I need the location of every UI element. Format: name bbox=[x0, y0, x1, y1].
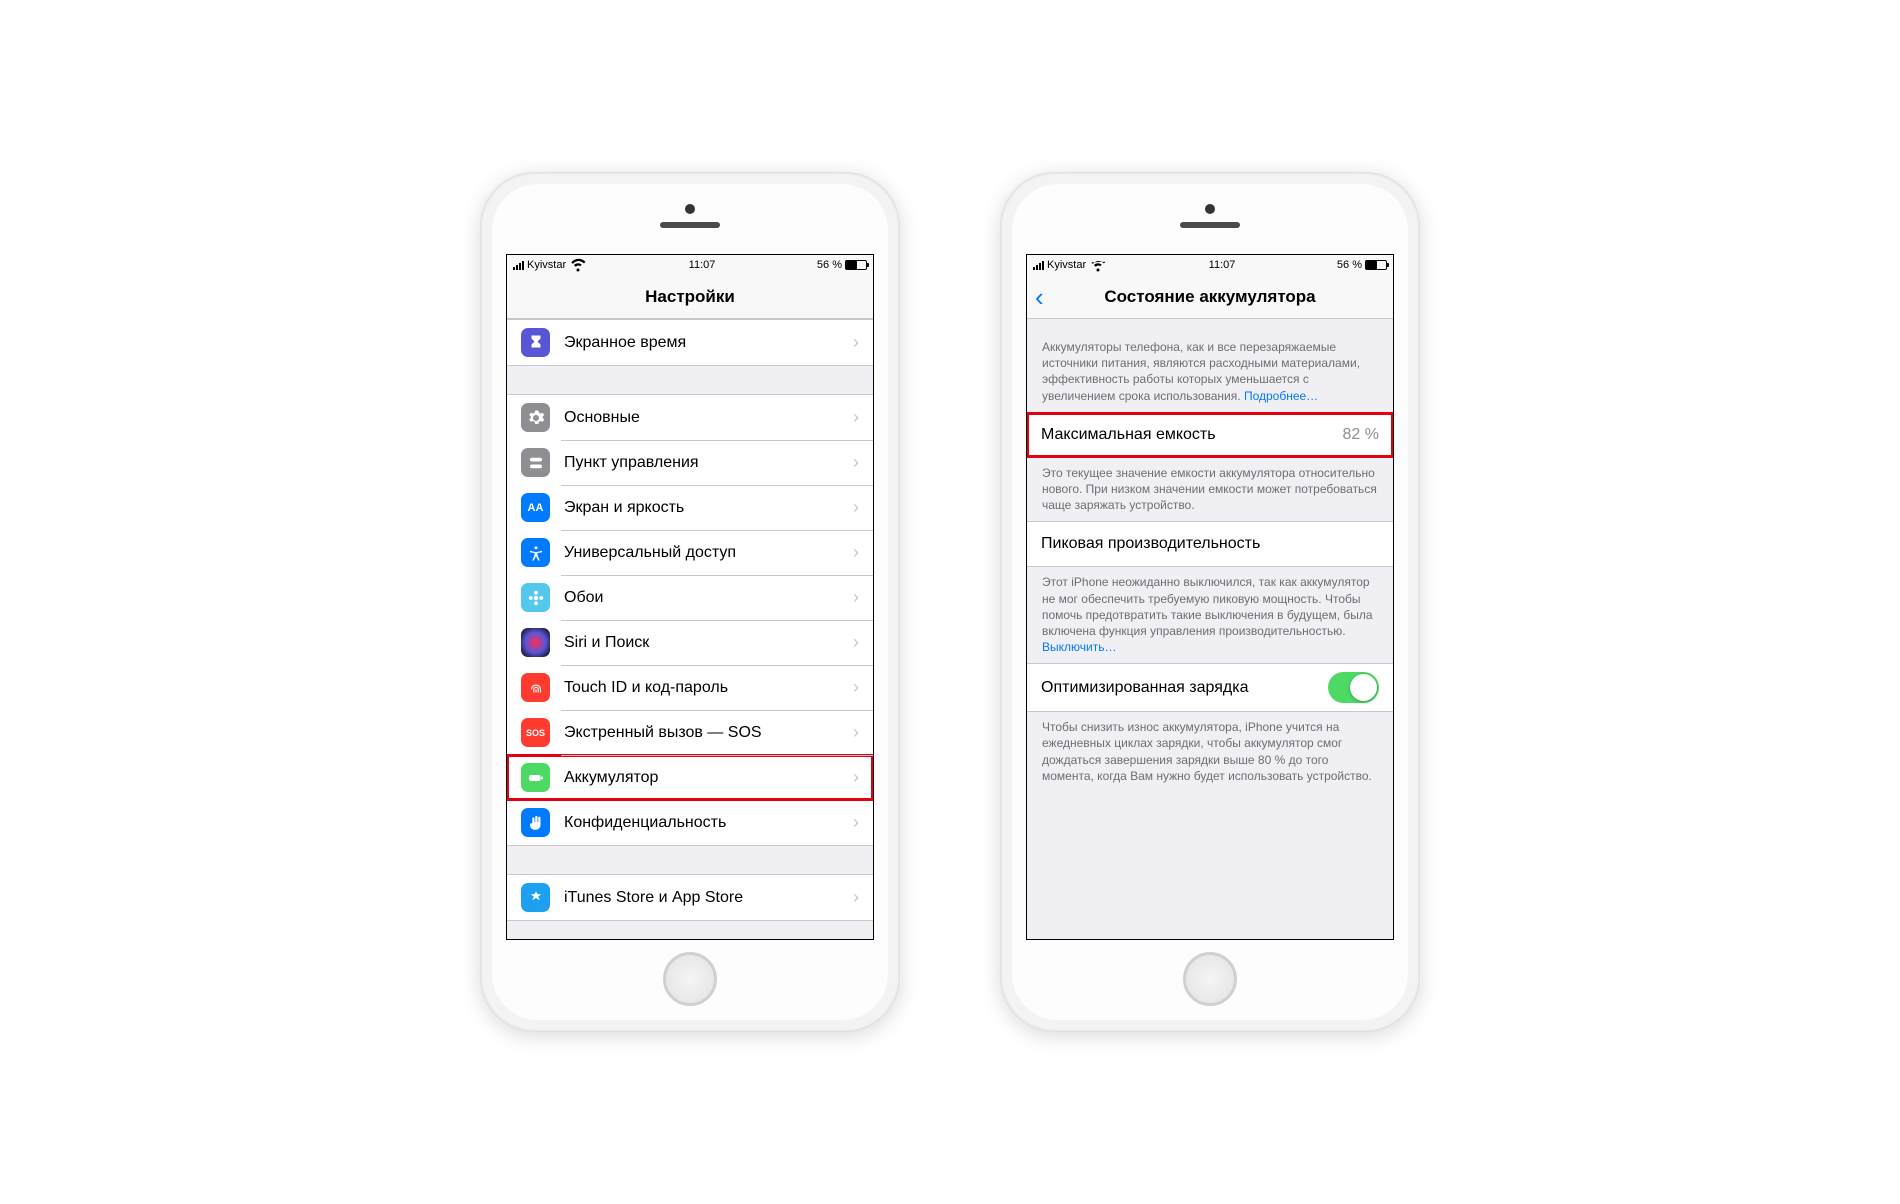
hourglass-icon bbox=[521, 328, 550, 357]
chevron-right-icon: › bbox=[853, 722, 859, 743]
chevron-right-icon: › bbox=[853, 407, 859, 428]
bezel: Kyivstar 11:07 56 % ‹ Состояние аккумуля… bbox=[1012, 184, 1408, 1020]
battery-row-icon bbox=[521, 763, 550, 792]
row-label: Siri и Поиск bbox=[564, 634, 853, 652]
chevron-right-icon: › bbox=[853, 497, 859, 518]
signal-icon bbox=[513, 261, 524, 270]
optimized-toggle[interactable] bbox=[1328, 672, 1379, 703]
row-general[interactable]: Основные › bbox=[507, 395, 873, 440]
appstore-icon bbox=[521, 883, 550, 912]
max-capacity-value: 82 % bbox=[1343, 426, 1379, 444]
chevron-right-icon: › bbox=[853, 632, 859, 653]
battery-health-content[interactable]: Аккумуляторы телефона, как и все перезар… bbox=[1027, 319, 1393, 939]
row-control-center[interactable]: Пункт управления › bbox=[507, 440, 873, 485]
siri-icon bbox=[521, 628, 550, 657]
gear-icon bbox=[521, 403, 550, 432]
status-bar: Kyivstar 11:07 56 % bbox=[1027, 255, 1393, 275]
row-label: Экран и яркость bbox=[564, 499, 853, 517]
front-camera bbox=[685, 204, 695, 214]
row-wallpaper[interactable]: Обои › bbox=[507, 575, 873, 620]
page-title: Настройки bbox=[645, 287, 735, 307]
chevron-right-icon: › bbox=[853, 542, 859, 563]
screen-settings: Kyivstar 11:07 56 % Настройки bbox=[506, 254, 874, 940]
row-accessibility[interactable]: Универсальный доступ › bbox=[507, 530, 873, 575]
signal-icon bbox=[1033, 261, 1044, 270]
speaker bbox=[1180, 222, 1240, 228]
disable-link[interactable]: Выключить… bbox=[1042, 640, 1116, 654]
row-touchid[interactable]: Touch ID и код-пароль › bbox=[507, 665, 873, 710]
bezel: Kyivstar 11:07 56 % Настройки bbox=[492, 184, 888, 1020]
phone-left: Kyivstar 11:07 56 % Настройки bbox=[480, 172, 900, 1032]
page-title: Состояние аккумулятора bbox=[1104, 287, 1315, 307]
battery-percent: 56 % bbox=[1337, 259, 1362, 271]
battery-percent: 56 % bbox=[817, 259, 842, 271]
carrier-name: Kyivstar bbox=[527, 259, 566, 271]
row-privacy[interactable]: Конфиденциальность › bbox=[507, 800, 873, 845]
capacity-footnote: Это текущее значение емкости аккумулятор… bbox=[1027, 458, 1393, 522]
row-max-capacity[interactable]: Максимальная емкость 82 % bbox=[1027, 413, 1393, 457]
chevron-right-icon: › bbox=[853, 887, 859, 908]
front-camera bbox=[1205, 204, 1215, 214]
battery-icon bbox=[1365, 260, 1387, 270]
row-itunes[interactable]: iTunes Store и App Store › bbox=[507, 875, 873, 920]
back-button[interactable]: ‹ bbox=[1035, 284, 1044, 310]
settings-list[interactable]: Экранное время › Основные › bbox=[507, 319, 873, 939]
chevron-right-icon: › bbox=[853, 677, 859, 698]
intro-footnote: Аккумуляторы телефона, как и все перезар… bbox=[1027, 319, 1393, 412]
home-button[interactable] bbox=[663, 952, 717, 1006]
chevron-right-icon: › bbox=[853, 452, 859, 473]
wifi-icon bbox=[1089, 255, 1107, 276]
flower-icon bbox=[521, 583, 550, 612]
learn-more-link[interactable]: Подробнее… bbox=[1244, 389, 1318, 403]
row-label: Основные bbox=[564, 409, 853, 427]
row-siri[interactable]: Siri и Поиск › bbox=[507, 620, 873, 665]
hand-icon bbox=[521, 808, 550, 837]
row-label: Экранное время bbox=[564, 334, 853, 352]
optimized-label: Оптимизированная зарядка bbox=[1041, 679, 1328, 697]
max-capacity-label: Максимальная емкость bbox=[1041, 426, 1337, 444]
screen-battery-health: Kyivstar 11:07 56 % ‹ Состояние аккумуля… bbox=[1026, 254, 1394, 940]
clock: 11:07 bbox=[689, 259, 716, 271]
clock: 11:07 bbox=[1209, 259, 1236, 271]
row-label: Конфиденциальность bbox=[564, 814, 853, 832]
chevron-right-icon: › bbox=[853, 767, 859, 788]
row-label: Пункт управления bbox=[564, 454, 853, 472]
row-sos[interactable]: SOS Экстренный вызов — SOS › bbox=[507, 710, 873, 755]
row-label: Экстренный вызов — SOS bbox=[564, 724, 853, 742]
accessibility-icon bbox=[521, 538, 550, 567]
row-label: Обои bbox=[564, 589, 853, 607]
battery-icon bbox=[845, 260, 867, 270]
fingerprint-icon bbox=[521, 673, 550, 702]
phone-right: Kyivstar 11:07 56 % ‹ Состояние аккумуля… bbox=[1000, 172, 1420, 1032]
row-peak-performance[interactable]: Пиковая производительность bbox=[1027, 522, 1393, 566]
text-size-icon: AA bbox=[521, 493, 550, 522]
row-screen-time[interactable]: Экранное время › bbox=[507, 320, 873, 365]
chevron-right-icon: › bbox=[853, 587, 859, 608]
row-label: Универсальный доступ bbox=[564, 544, 853, 562]
status-bar: Kyivstar 11:07 56 % bbox=[507, 255, 873, 275]
home-button[interactable] bbox=[1183, 952, 1237, 1006]
row-battery[interactable]: Аккумулятор › bbox=[507, 755, 873, 800]
wifi-icon bbox=[569, 255, 587, 276]
carrier-name: Kyivstar bbox=[1047, 259, 1086, 271]
speaker bbox=[660, 222, 720, 228]
row-label: Аккумулятор bbox=[564, 769, 853, 787]
row-display[interactable]: AA Экран и яркость › bbox=[507, 485, 873, 530]
chevron-right-icon: › bbox=[853, 332, 859, 353]
peak-footnote: Этот iPhone неожиданно выключился, так к… bbox=[1027, 567, 1393, 663]
row-label: iTunes Store и App Store bbox=[564, 889, 853, 907]
nav-bar: ‹ Состояние аккумулятора bbox=[1027, 275, 1393, 319]
nav-bar: Настройки bbox=[507, 275, 873, 319]
row-optimized-charging[interactable]: Оптимизированная зарядка bbox=[1027, 664, 1393, 711]
row-label: Touch ID и код-пароль bbox=[564, 679, 853, 697]
peak-note-text: Этот iPhone неожиданно выключился, так к… bbox=[1042, 575, 1373, 638]
optimized-footnote: Чтобы снизить износ аккумулятора, iPhone… bbox=[1027, 712, 1393, 792]
switches-icon bbox=[521, 448, 550, 477]
sos-icon: SOS bbox=[521, 718, 550, 747]
chevron-right-icon: › bbox=[853, 812, 859, 833]
peak-label: Пиковая производительность bbox=[1041, 535, 1379, 553]
